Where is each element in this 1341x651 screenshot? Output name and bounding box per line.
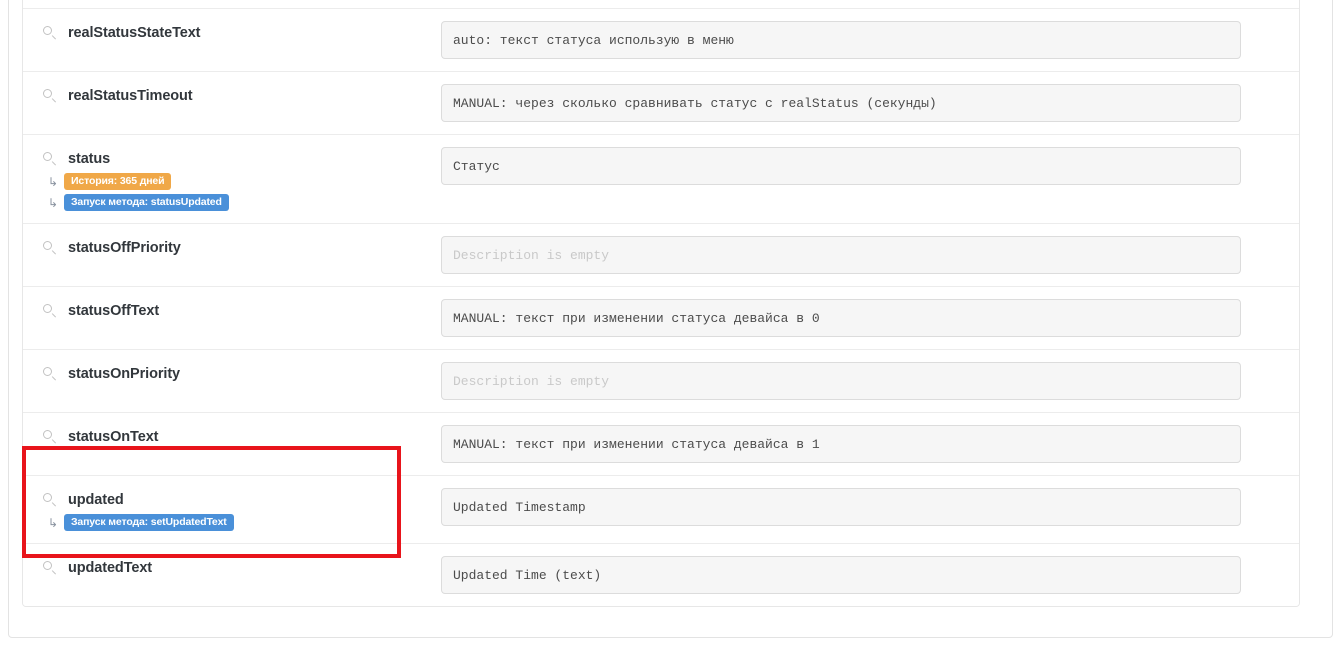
property-row: statusOnPriority	[23, 349, 1299, 412]
property-row-left: realStatusTimeout	[23, 72, 421, 118]
search-icon[interactable]	[43, 89, 58, 104]
property-row: statusOnText	[23, 412, 1299, 475]
property-name: status	[68, 151, 110, 167]
property-badge-line: ↳ Запуск метода: setUpdatedText	[43, 514, 421, 531]
property-row-left: statusOnPriority	[23, 350, 421, 396]
page-root: realStatusState↳Запуск метода: realStatu…	[0, 0, 1341, 651]
property-name: statusOnPriority	[68, 366, 180, 382]
property-badge-line: ↳ История: 365 дней	[43, 173, 421, 190]
property-row: statusOffText	[23, 286, 1299, 349]
property-row: statusOffPriority	[23, 223, 1299, 286]
property-name-line: status	[43, 149, 421, 169]
corner-arrow-icon: ↳	[48, 176, 59, 188]
search-icon[interactable]	[43, 241, 58, 256]
property-row-left: realStatusState↳Запуск метода: realStatu…	[23, 0, 421, 8]
property-row-left: updated ↳ Запуск метода: setUpdatedText	[23, 476, 421, 543]
property-name-line: realStatusStateText	[43, 23, 421, 43]
description-input[interactable]	[441, 556, 1241, 594]
property-name-line: statusOffPriority	[43, 238, 421, 258]
description-input[interactable]	[441, 425, 1241, 463]
property-name: statusOffPriority	[68, 240, 181, 256]
property-name: updated	[68, 492, 124, 508]
description-input[interactable]	[441, 236, 1241, 274]
history-badge[interactable]: История: 365 дней	[64, 173, 171, 190]
search-icon[interactable]	[43, 493, 58, 508]
search-icon[interactable]	[43, 430, 58, 445]
property-row: realStatusState↳Запуск метода: realStatu…	[23, 0, 1299, 8]
property-row-right	[421, 413, 1299, 475]
corner-arrow-icon: ↳	[48, 197, 59, 209]
search-icon[interactable]	[43, 561, 58, 576]
property-badge-line: ↳ Запуск метода: statusUpdated	[43, 194, 421, 211]
description-input[interactable]	[441, 362, 1241, 400]
description-input[interactable]	[441, 21, 1241, 59]
corner-arrow-icon: ↳	[48, 517, 59, 529]
property-name-line: statusOffText	[43, 301, 421, 321]
property-row-right	[421, 224, 1299, 286]
property-row: realStatusStateText	[23, 8, 1299, 71]
method-badge[interactable]: Запуск метода: statusUpdated	[64, 194, 229, 211]
property-row-left: status ↳ История: 365 дней ↳ Запуск метода: …	[23, 135, 421, 223]
description-input[interactable]	[441, 84, 1241, 122]
property-name-line: realStatusTimeout	[43, 86, 421, 106]
search-icon[interactable]	[43, 26, 58, 41]
property-row-left: statusOffText	[23, 287, 421, 333]
property-row-right	[421, 544, 1299, 606]
property-row: updatedText	[23, 543, 1299, 606]
property-row-right	[421, 287, 1299, 349]
property-name-line: updatedText	[43, 558, 421, 578]
property-row-left: statusOffPriority	[23, 224, 421, 270]
property-row-right	[421, 476, 1299, 538]
property-row-right	[421, 350, 1299, 412]
property-name: realStatusTimeout	[68, 88, 193, 104]
property-list-panel: realStatusState↳Запуск метода: realStatu…	[22, 0, 1300, 607]
property-name-line: statusOnPriority	[43, 364, 421, 384]
property-name: updatedText	[68, 560, 152, 576]
property-row: realStatusTimeout	[23, 71, 1299, 134]
search-icon[interactable]	[43, 367, 58, 382]
property-row-left: realStatusStateText	[23, 9, 421, 55]
property-row-right	[421, 9, 1299, 71]
property-row-right	[421, 135, 1299, 197]
property-row-left: updatedText	[23, 544, 421, 590]
description-input[interactable]	[441, 147, 1241, 185]
property-name: realStatusStateText	[68, 25, 200, 41]
description-input[interactable]	[441, 488, 1241, 526]
property-row-left: statusOnText	[23, 413, 421, 459]
property-row: status ↳ История: 365 дней ↳ Запуск метода: …	[23, 134, 1299, 223]
property-row-right	[421, 72, 1299, 134]
property-name-line: statusOnText	[43, 427, 421, 447]
property-name-line: updated	[43, 490, 421, 510]
method-badge[interactable]: Запуск метода: setUpdatedText	[64, 514, 234, 531]
property-name: statusOnText	[68, 429, 158, 445]
property-row-right	[421, 0, 1299, 3]
property-name: statusOffText	[68, 303, 159, 319]
description-input[interactable]	[441, 299, 1241, 337]
search-icon[interactable]	[43, 152, 58, 167]
property-row: updated ↳ Запуск метода: setUpdatedText	[23, 475, 1299, 543]
search-icon[interactable]	[43, 304, 58, 319]
